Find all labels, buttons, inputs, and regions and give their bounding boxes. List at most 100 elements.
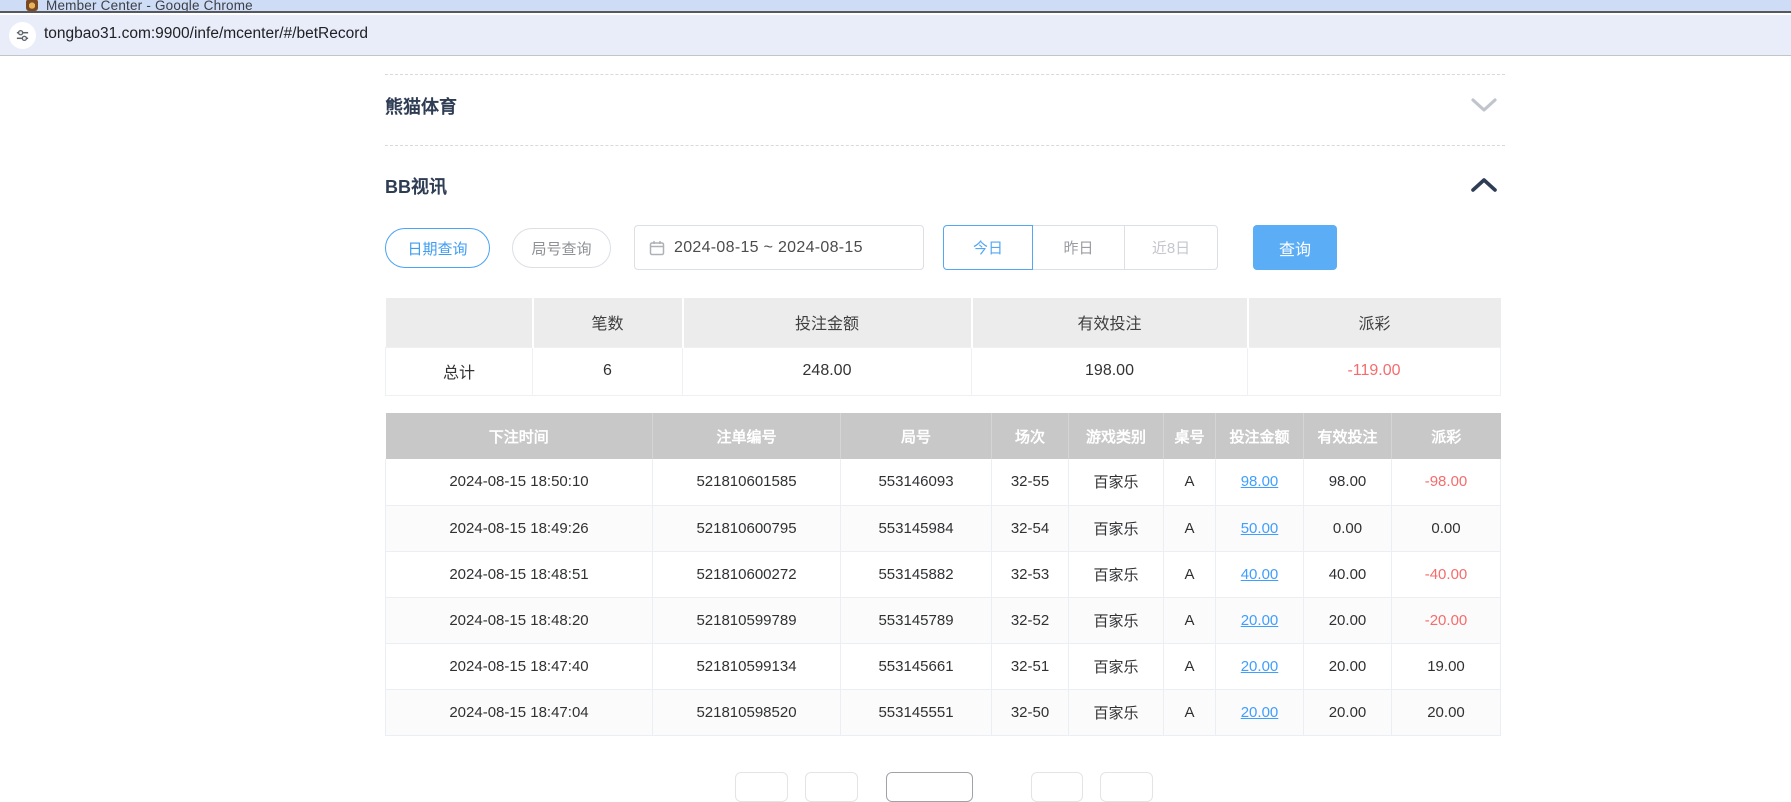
bet-cell-table: A: [1164, 459, 1216, 505]
query-button[interactable]: 查询: [1253, 225, 1337, 270]
bet-cell-payout: -98.00: [1392, 459, 1501, 505]
bet-cell-game: 百家乐: [1069, 689, 1164, 735]
pagination-page-size-select[interactable]: [886, 772, 973, 802]
summary-header-cell: 投注金额: [683, 298, 972, 347]
bet-cell-slip: 521810600795: [653, 505, 841, 551]
bet-cell-time: 2024-08-15 18:48:51: [386, 551, 653, 597]
bet-record-page: 熊猫体育 BB视讯 日期查询 局号查询 2024-08-15 ~ 2024-08…: [385, 57, 1505, 785]
bet-cell-amount: 98.00: [1216, 459, 1304, 505]
bet-cell-table: A: [1164, 551, 1216, 597]
summary-value-cell: -119.00: [1248, 347, 1501, 395]
bet-cell-round: 553145882: [841, 551, 992, 597]
bets-header-cell: 场次: [992, 413, 1069, 459]
section-divider: [385, 145, 1505, 146]
summary-row-label: 总计: [386, 347, 533, 395]
bet-cell-amount: 50.00: [1216, 505, 1304, 551]
bets-header-cell: 有效投注: [1304, 413, 1392, 459]
round-query-tab[interactable]: 局号查询: [512, 228, 611, 268]
site-settings-button[interactable]: [9, 22, 36, 49]
pagination-button[interactable]: [735, 772, 788, 802]
bet-cell-time: 2024-08-15 18:47:04: [386, 689, 653, 735]
bet-cell-game: 百家乐: [1069, 551, 1164, 597]
bet-amount-link[interactable]: 20.00: [1241, 612, 1279, 629]
range-today-button[interactable]: 今日: [943, 225, 1033, 270]
pagination-button[interactable]: [1031, 772, 1083, 802]
url-bar[interactable]: tongbao31.com:9900/infe/mcenter/#/betRec…: [0, 15, 1791, 56]
bets-header-cell: 派彩: [1392, 413, 1501, 459]
bet-row: 2024-08-15 18:47:40521810599134553145661…: [386, 643, 1501, 689]
bet-cell-session: 32-55: [992, 459, 1069, 505]
url-text[interactable]: tongbao31.com:9900/infe/mcenter/#/betRec…: [44, 25, 368, 43]
bet-cell-valid: 98.00: [1304, 459, 1392, 505]
range-yesterday-button[interactable]: 昨日: [1033, 225, 1125, 270]
bet-row: 2024-08-15 18:48:51521810600272553145882…: [386, 551, 1501, 597]
summary-total-row: 总计6248.00198.00-119.00: [386, 347, 1501, 395]
bets-header-cell: 局号: [841, 413, 992, 459]
bet-cell-amount: 20.00: [1216, 689, 1304, 735]
bet-cell-amount: 20.00: [1216, 597, 1304, 643]
date-query-tab[interactable]: 日期查询: [385, 228, 490, 268]
bets-header-cell: 桌号: [1164, 413, 1216, 459]
bet-cell-payout: -20.00: [1392, 597, 1501, 643]
chevron-down-icon[interactable]: [1470, 97, 1498, 113]
pagination-button[interactable]: [805, 772, 858, 802]
filter-toolbar: 日期查询 局号查询 2024-08-15 ~ 2024-08-15 今日 昨日 …: [385, 225, 1505, 270]
bets-header-cell: 投注金额: [1216, 413, 1304, 459]
tune-icon: [15, 28, 30, 43]
bet-cell-amount: 20.00: [1216, 643, 1304, 689]
bet-cell-round: 553145551: [841, 689, 992, 735]
bet-amount-link[interactable]: 20.00: [1241, 658, 1279, 675]
bet-row: 2024-08-15 18:50:10521810601585553146093…: [386, 459, 1501, 505]
window-titlebar: Member Center - Google Chrome: [0, 0, 1791, 13]
site-favicon: [26, 0, 38, 11]
bet-amount-link[interactable]: 40.00: [1241, 566, 1279, 583]
bets-header-row: 下注时间注单编号局号场次游戏类别桌号投注金额有效投注派彩: [386, 413, 1501, 459]
pagination-button[interactable]: [1100, 772, 1153, 802]
bet-row: 2024-08-15 18:47:04521810598520553145551…: [386, 689, 1501, 735]
bet-cell-round: 553145984: [841, 505, 992, 551]
bet-cell-table: A: [1164, 643, 1216, 689]
summary-header-cell: 派彩: [1248, 298, 1501, 347]
bet-cell-slip: 521810598520: [653, 689, 841, 735]
bet-cell-payout: 19.00: [1392, 643, 1501, 689]
bet-cell-session: 32-54: [992, 505, 1069, 551]
range-last8days-button[interactable]: 近8日: [1125, 225, 1218, 270]
bet-cell-time: 2024-08-15 18:48:20: [386, 597, 653, 643]
bet-cell-game: 百家乐: [1069, 505, 1164, 551]
bet-cell-table: A: [1164, 597, 1216, 643]
bet-cell-game: 百家乐: [1069, 597, 1164, 643]
bet-records-table: 下注时间注单编号局号场次游戏类别桌号投注金额有效投注派彩 2024-08-15 …: [385, 413, 1501, 736]
bet-cell-game: 百家乐: [1069, 459, 1164, 505]
bet-cell-table: A: [1164, 505, 1216, 551]
chevron-up-icon[interactable]: [1470, 177, 1498, 193]
bet-cell-session: 32-52: [992, 597, 1069, 643]
bet-amount-link[interactable]: 98.00: [1241, 473, 1279, 490]
summary-header-cell: 笔数: [533, 298, 683, 347]
bet-cell-time: 2024-08-15 18:47:40: [386, 643, 653, 689]
summary-header-cell: 有效投注: [972, 298, 1248, 347]
bet-cell-valid: 40.00: [1304, 551, 1392, 597]
bet-cell-time: 2024-08-15 18:49:26: [386, 505, 653, 551]
bet-cell-slip: 521810599134: [653, 643, 841, 689]
bet-cell-payout: 0.00: [1392, 505, 1501, 551]
section-title-bb-video[interactable]: BB视讯: [385, 173, 447, 199]
bet-row: 2024-08-15 18:48:20521810599789553145789…: [386, 597, 1501, 643]
bet-amount-link[interactable]: 20.00: [1241, 704, 1279, 721]
calendar-icon: [649, 240, 665, 256]
bet-cell-time: 2024-08-15 18:50:10: [386, 459, 653, 505]
summary-header-row: 笔数投注金额有效投注派彩: [386, 298, 1501, 347]
date-range-input[interactable]: 2024-08-15 ~ 2024-08-15: [634, 225, 924, 270]
bet-amount-link[interactable]: 50.00: [1241, 520, 1279, 537]
bet-cell-table: A: [1164, 689, 1216, 735]
bet-cell-round: 553146093: [841, 459, 992, 505]
bet-cell-slip: 521810599789: [653, 597, 841, 643]
section-title-panda-sports[interactable]: 熊猫体育: [385, 93, 457, 119]
section-divider: [385, 74, 1505, 75]
bets-header-cell: 下注时间: [386, 413, 653, 459]
summary-value-cell: 6: [533, 347, 683, 395]
bet-cell-amount: 40.00: [1216, 551, 1304, 597]
summary-value-cell: 198.00: [972, 347, 1248, 395]
bet-cell-round: 553145661: [841, 643, 992, 689]
bet-cell-session: 32-51: [992, 643, 1069, 689]
bet-cell-payout: -40.00: [1392, 551, 1501, 597]
